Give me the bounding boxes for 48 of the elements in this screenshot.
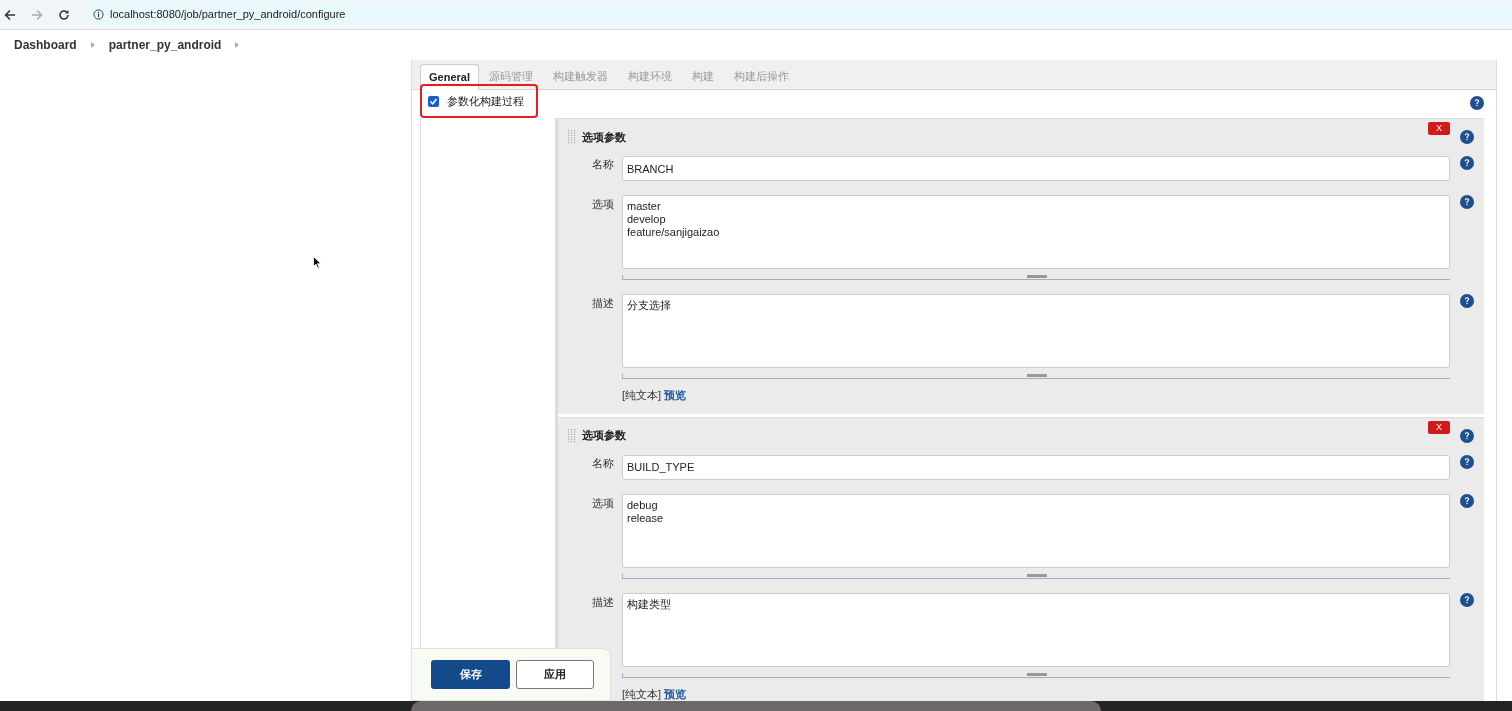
preview-link[interactable]: 预览 — [664, 387, 687, 404]
back-icon[interactable] — [4, 8, 16, 21]
field-label: 名称 — [591, 455, 615, 471]
format-label: [纯文本] — [622, 686, 662, 702]
field-label: 名称 — [591, 157, 615, 172]
help-icon[interactable] — [1460, 493, 1474, 508]
tab[interactable]: General — [420, 64, 479, 90]
address-bar[interactable]: localhost:8080/job/partner_py_android/configure — [87, 2, 1512, 27]
input-field[interactable]: BUILD_TYPE — [622, 454, 1450, 480]
delete-button[interactable]: X — [1428, 122, 1450, 135]
field-label: 选项 — [591, 197, 615, 212]
resize-handle[interactable] — [622, 672, 1450, 678]
field-label: 选项 — [591, 495, 615, 511]
input-field[interactable]: BRANCH — [622, 156, 1450, 181]
format-label: [纯文本] — [622, 388, 662, 403]
help-icon[interactable] — [1460, 454, 1474, 469]
form-button[interactable]: 应用 — [516, 660, 594, 689]
breadcrumb-link[interactable]: Dashboard — [14, 36, 77, 54]
help-icon[interactable] — [1460, 294, 1474, 308]
form-button[interactable]: 保存 — [431, 660, 510, 689]
parameter-title: 选项参数 — [582, 428, 627, 444]
help-icon[interactable] — [1460, 592, 1474, 607]
delete-button[interactable]: X — [1428, 420, 1450, 434]
breadcrumb-link[interactable]: partner_py_android — [108, 36, 222, 54]
url-text: localhost:8080/job/partner_py_android/configure — [110, 7, 346, 23]
field-label: 描述 — [591, 296, 615, 311]
text-area[interactable]: 构建类型 — [622, 592, 1450, 667]
field-label: 描述 — [591, 594, 615, 610]
help-icon[interactable] — [1460, 156, 1474, 170]
help-icon[interactable] — [1470, 96, 1484, 110]
drag-handle-icon[interactable] — [568, 428, 576, 443]
resize-handle[interactable] — [622, 275, 1450, 280]
text-area[interactable]: debug release — [622, 493, 1450, 568]
help-icon[interactable] — [1460, 428, 1474, 443]
cursor-icon — [313, 256, 322, 269]
reload-icon[interactable] — [58, 8, 70, 21]
resize-handle[interactable] — [622, 374, 1450, 379]
text-area[interactable]: master develop feature/sanjigaizao — [622, 195, 1450, 269]
checkbox[interactable] — [428, 95, 439, 107]
text-area[interactable]: 分支选择 — [622, 294, 1450, 368]
parameter-title: 选项参数 — [582, 129, 627, 145]
preview-link[interactable]: 预览 — [664, 685, 687, 702]
help-icon[interactable] — [1460, 130, 1474, 144]
drag-handle-icon[interactable] — [568, 130, 576, 144]
checkbox-label: 参数化构建过程 — [447, 93, 524, 109]
info-icon — [93, 9, 104, 20]
resize-handle[interactable] — [622, 573, 1450, 579]
help-icon[interactable] — [1460, 195, 1474, 209]
